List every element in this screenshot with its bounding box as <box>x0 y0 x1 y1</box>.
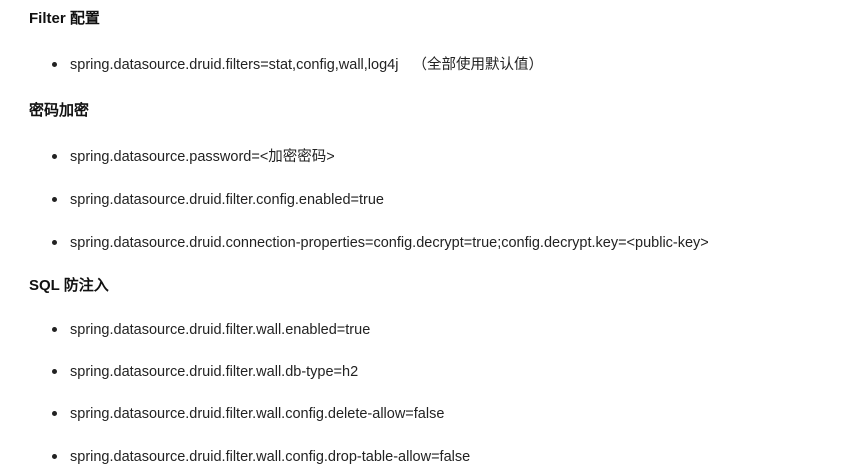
bullet-icon <box>52 368 57 374</box>
section-heading-password-encryption: 密码加密 <box>29 102 90 119</box>
list-item-text: spring.datasource.druid.filter.config.en… <box>70 192 384 208</box>
list-item-wall-db-type: spring.datasource.druid.filter.wall.db-t… <box>52 363 358 381</box>
list-item-config-enabled: spring.datasource.druid.filter.config.en… <box>52 191 384 209</box>
document: Filter 配置 spring.datasource.druid.filter… <box>0 0 842 472</box>
list-item-text: spring.datasource.druid.filters=stat,con… <box>70 57 399 73</box>
list-item-wall-enabled: spring.datasource.druid.filter.wall.enab… <box>52 321 370 339</box>
bullet-icon <box>52 153 57 159</box>
section-heading-filter-config: Filter 配置 <box>29 10 100 27</box>
bullet-icon <box>52 410 57 416</box>
bullet-icon <box>52 61 57 67</box>
list-item-wall-delete-allow: spring.datasource.druid.filter.wall.conf… <box>52 405 444 423</box>
list-item-text: spring.datasource.password=<加密密码> <box>70 149 335 165</box>
bullet-icon <box>52 239 57 245</box>
list-item-text: spring.datasource.druid.filter.wall.db-t… <box>70 364 359 380</box>
list-item-connection-properties: spring.datasource.druid.connection-prope… <box>52 234 709 252</box>
list-item-note: （全部使用默认值） <box>412 57 543 73</box>
list-item-text: spring.datasource.druid.filter.wall.conf… <box>70 406 445 422</box>
list-item-password: spring.datasource.password=<加密密码> <box>52 148 335 166</box>
list-item-text: spring.datasource.druid.connection-prope… <box>70 235 709 251</box>
list-item-text: spring.datasource.druid.filter.wall.conf… <box>70 449 471 465</box>
list-item-filters: spring.datasource.druid.filters=stat,con… <box>52 56 543 74</box>
bullet-icon <box>52 453 57 459</box>
section-heading-sql-injection: SQL 防注入 <box>29 277 109 294</box>
list-item-wall-drop-table-allow: spring.datasource.druid.filter.wall.conf… <box>52 448 470 466</box>
bullet-icon <box>52 196 57 202</box>
bullet-icon <box>52 326 57 332</box>
list-item-text: spring.datasource.druid.filter.wall.enab… <box>70 322 371 338</box>
